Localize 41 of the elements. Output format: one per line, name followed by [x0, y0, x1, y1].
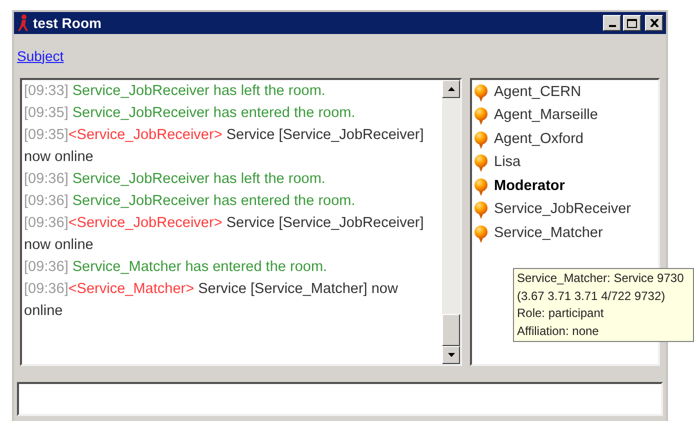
tooltip-line: Service_Matcher: Service 9730 (3.67 3.71 3.71 4/722 9732): [517, 270, 685, 304]
scroll-thumb[interactable]: [442, 314, 460, 346]
status-ball-icon: [474, 84, 488, 102]
chat-line: [09:35] Service_JobReceiver has entered the room.: [24, 104, 356, 123]
maximize-button[interactable]: [623, 15, 641, 31]
chat-line: [09:36]<Service_JobReceiver> Service [Service_JobReceiver] now online: [24, 214, 425, 255]
status-ball-icon: [474, 224, 488, 243]
chat-line: [09:33] Service_JobReceiver has left the room.: [24, 82, 326, 101]
down-arrow-icon: [448, 353, 454, 357]
minimize-icon: [608, 25, 616, 27]
participant-name[interactable]: Lisa: [494, 152, 521, 174]
tooltip-line: Affiliation: none: [517, 322, 600, 340]
chat-line: [09:36] Service_JobReceiver has left the room.: [24, 170, 326, 189]
message-input[interactable]: [17, 382, 663, 416]
subject-link[interactable]: Subject: [17, 46, 64, 66]
maximize-icon: [627, 18, 637, 28]
up-arrow-icon: [448, 87, 454, 91]
close-icon: [650, 19, 658, 27]
status-ball-icon: [474, 201, 488, 220]
participant-name[interactable]: Agent_Marseille: [494, 105, 598, 128]
participant-name[interactable]: Agent_Oxford: [494, 128, 584, 151]
status-ball-icon: [474, 178, 488, 196]
chat-line: [09:36]<Service_Matcher> Service [Service_Matcher] now online: [24, 280, 399, 321]
status-ball-icon: [474, 107, 488, 126]
person-icon: [17, 14, 29, 32]
participant-name[interactable]: Agent_CERN: [494, 82, 582, 104]
participant-name[interactable]: Service_JobReceiver: [494, 199, 632, 222]
participant-name[interactable]: Moderator: [494, 176, 565, 198]
participant-name[interactable]: Service_Matcher: [494, 222, 603, 245]
close-button[interactable]: [645, 15, 663, 31]
chat-line: [09:35]<Service_JobReceiver> Service [Service_JobReceiver] now online: [24, 126, 425, 167]
chat-line: [09:36] Service_Matcher has entered the room.: [24, 258, 328, 277]
scroll-down-button[interactable]: [442, 346, 460, 364]
scroll-up-button[interactable]: [442, 80, 460, 98]
status-ball-icon: [474, 154, 488, 172]
window-title: test Room: [33, 14, 102, 32]
chat-line: [09:36] Service_JobReceiver has entered the room.: [24, 192, 356, 211]
status-ball-icon: [474, 130, 488, 149]
minimize-button[interactable]: [603, 15, 621, 31]
tooltip-line: Role: participant: [517, 305, 605, 322]
scrollbar[interactable]: [442, 80, 460, 364]
